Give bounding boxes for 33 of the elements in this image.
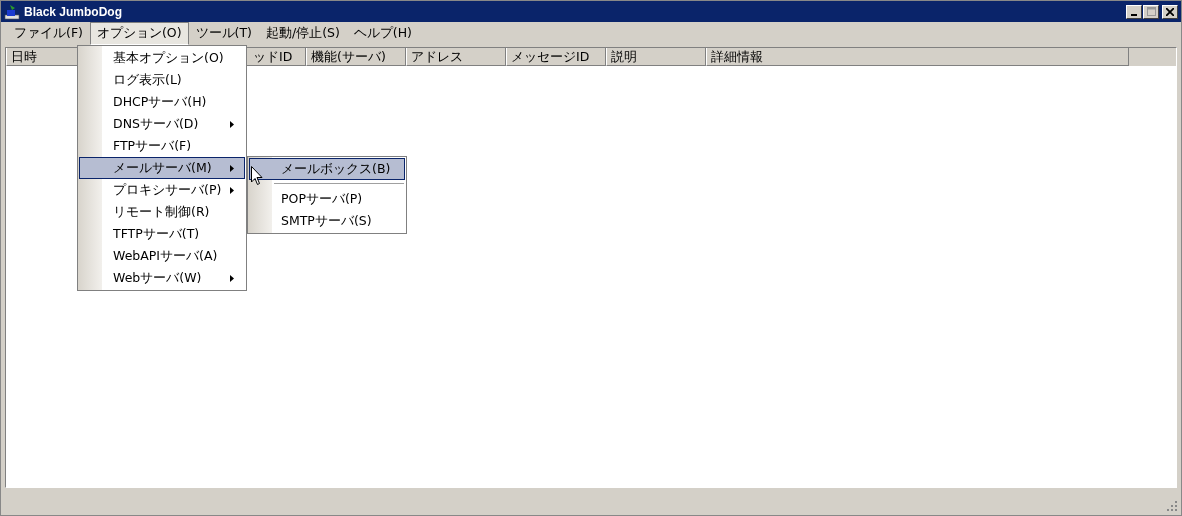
menu-item[interactable]: ファイル(F) bbox=[7, 22, 90, 45]
menu-option[interactable]: WebAPIサーバ(A) bbox=[79, 245, 245, 267]
menu-option[interactable]: Webサーバ(W) bbox=[79, 267, 245, 289]
app-icon bbox=[4, 3, 20, 20]
minimize-button[interactable] bbox=[1126, 4, 1142, 19]
column-header[interactable]: メッセージID bbox=[506, 48, 606, 66]
menu-option[interactable]: FTPサーバ(F) bbox=[79, 135, 245, 157]
menu-option[interactable]: リモート制御(R) bbox=[79, 201, 245, 223]
menu-option[interactable]: DNSサーバ(D) bbox=[79, 113, 245, 135]
menu-option[interactable]: SMTPサーバ(S) bbox=[249, 210, 405, 232]
menu-option[interactable]: プロキシサーバ(P) bbox=[79, 179, 245, 201]
menu-item[interactable]: 起動/停止(S) bbox=[258, 22, 347, 45]
menu-option[interactable]: POPサーバ(P) bbox=[249, 188, 405, 210]
column-header[interactable]: 説明 bbox=[606, 48, 706, 66]
menu-option[interactable]: TFTPサーバ(T) bbox=[79, 223, 245, 245]
menu-item[interactable]: ツール(T) bbox=[188, 22, 259, 45]
menu-item[interactable]: ヘルプ(H) bbox=[346, 22, 419, 45]
maximize-button[interactable] bbox=[1143, 4, 1159, 19]
column-header[interactable]: 詳細情報 bbox=[706, 48, 1129, 66]
resize-grip-icon[interactable] bbox=[1167, 501, 1178, 512]
menu-item[interactable]: オプション(O) bbox=[89, 22, 189, 45]
close-icon bbox=[1166, 7, 1174, 16]
window-title: Black JumboDog bbox=[24, 4, 122, 19]
column-header[interactable]: 機能(サーバ) bbox=[306, 48, 406, 66]
menu-option[interactable]: メールボックス(B) bbox=[249, 158, 405, 180]
menu-option[interactable]: メールサーバ(M) bbox=[79, 157, 245, 179]
maximize-icon bbox=[1146, 7, 1156, 16]
column-header[interactable]: アドレス bbox=[406, 48, 506, 66]
minimize-icon bbox=[1131, 13, 1137, 16]
menu-option[interactable]: DHCPサーバ(H) bbox=[79, 91, 245, 113]
menu-option[interactable]: ログ表示(L) bbox=[79, 69, 245, 91]
mouse-cursor-icon bbox=[251, 166, 264, 186]
close-button[interactable] bbox=[1162, 4, 1178, 19]
